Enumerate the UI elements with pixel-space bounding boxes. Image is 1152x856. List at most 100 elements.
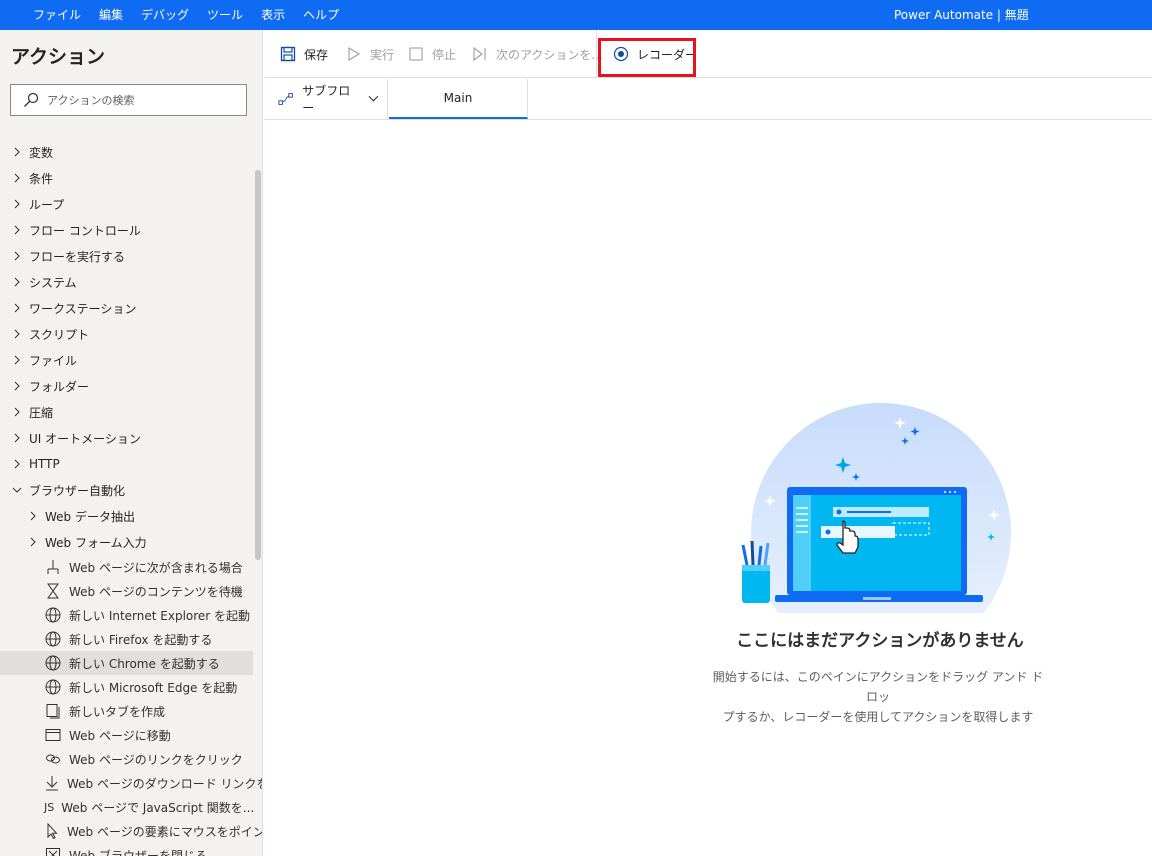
menu-help[interactable]: ヘルプ bbox=[294, 0, 348, 30]
category-label: UI オートメーション bbox=[29, 431, 141, 446]
action-label: Web ページのコンテンツを待機 bbox=[69, 584, 243, 599]
action-item[interactable]: Web ページのリンクをクリック bbox=[0, 747, 253, 771]
action-item[interactable]: Web ページに次が含まれる場合 bbox=[0, 555, 253, 579]
save-icon bbox=[280, 46, 296, 62]
action-tree: 変数 条件 ループ フロー コントロール フローを実行する システム ワークステ… bbox=[0, 139, 262, 856]
chevron-right-icon bbox=[14, 199, 20, 209]
menu-edit[interactable]: 編集 bbox=[90, 0, 132, 30]
recorder-button[interactable]: レコーダー bbox=[613, 30, 697, 78]
actions-pane: アクション 変数 条件 ループ フロー コントロール フローを実行する システム… bbox=[0, 30, 263, 856]
category-variables[interactable]: 変数 bbox=[0, 139, 253, 165]
category-conditionals[interactable]: 条件 bbox=[0, 165, 253, 191]
action-search-box[interactable] bbox=[10, 84, 247, 116]
next-action-button[interactable]: 次のアクションを... bbox=[472, 30, 603, 78]
js-icon: JS bbox=[44, 800, 55, 814]
category-compression[interactable]: 圧縮 bbox=[0, 399, 253, 425]
category-flow-control[interactable]: フロー コントロール bbox=[0, 217, 253, 243]
action-item[interactable]: 新しいタブを作成 bbox=[0, 699, 253, 723]
action-search-input[interactable] bbox=[47, 93, 237, 107]
category-label: ブラウザー自動化 bbox=[29, 483, 126, 498]
action-item[interactable]: Web ページの要素にマウスをポイント bbox=[0, 819, 262, 843]
action-item-selected[interactable]: 新しい Chrome を起動する bbox=[0, 651, 253, 675]
category-system[interactable]: システム bbox=[0, 269, 253, 295]
menu-items: ファイル 編集 デバッグ ツール 表示 ヘルプ bbox=[0, 0, 348, 30]
save-button[interactable]: 保存 bbox=[280, 30, 328, 78]
category-label: 圧縮 bbox=[29, 405, 54, 420]
action-label: 新しいタブを作成 bbox=[69, 704, 166, 719]
subflow-dropdown[interactable]: サブフロー bbox=[264, 79, 388, 119]
pointer-icon bbox=[44, 822, 60, 840]
category-workstation[interactable]: ワークステーション bbox=[0, 295, 253, 321]
action-item[interactable]: JS Web ページで JavaScript 関数を... bbox=[0, 795, 255, 819]
chevron-right-icon bbox=[14, 329, 20, 339]
download-icon bbox=[44, 774, 60, 792]
subflow-label: サブフロー bbox=[302, 84, 351, 115]
subcategory-web-data-extraction[interactable]: Web データ抽出 bbox=[0, 503, 253, 529]
chevron-right-icon bbox=[14, 277, 20, 287]
action-label: Web ページのリンクをクリック bbox=[69, 752, 243, 767]
action-label: 新しい Internet Explorer を起動 bbox=[69, 608, 251, 623]
category-file[interactable]: ファイル bbox=[0, 347, 253, 373]
menu-view[interactable]: 表示 bbox=[252, 0, 294, 30]
chevron-right-icon bbox=[14, 173, 20, 183]
action-item[interactable]: Web ブラウザーを閉じる bbox=[0, 843, 253, 856]
run-label: 実行 bbox=[370, 47, 395, 62]
chevron-right-icon bbox=[14, 433, 20, 443]
chevron-right-icon bbox=[14, 147, 20, 157]
subcategory-web-form-filling[interactable]: Web フォーム入力 bbox=[0, 529, 253, 555]
menu-debug[interactable]: デバッグ bbox=[132, 0, 198, 30]
record-icon bbox=[613, 46, 629, 62]
subcategory-label: Web フォーム入力 bbox=[45, 535, 147, 550]
action-item[interactable]: Web ページに移動 bbox=[0, 723, 253, 747]
category-label: ファイル bbox=[29, 353, 78, 368]
category-label: スクリプト bbox=[29, 327, 90, 342]
tab-main[interactable]: Main bbox=[389, 79, 528, 119]
chevron-right-icon bbox=[14, 303, 20, 313]
stop-button[interactable]: 停止 bbox=[408, 30, 456, 78]
stop-icon bbox=[409, 47, 423, 61]
category-label: フォルダー bbox=[29, 379, 90, 394]
action-label: 新しい Firefox を起動する bbox=[69, 632, 213, 647]
action-item[interactable]: 新しい Microsoft Edge を起動 bbox=[0, 675, 253, 699]
run-button[interactable]: 実行 bbox=[346, 30, 394, 78]
designer-toolbar: 保存 実行 停止 次のアクションを... レコーダー bbox=[264, 30, 1152, 78]
globe-icon bbox=[44, 678, 62, 696]
empty-state-description-line: 開始するには、このペインにアクションをドラッグ アンド ドロッ bbox=[712, 670, 1044, 704]
actions-pane-title: アクション bbox=[11, 46, 106, 68]
close-window-icon bbox=[44, 846, 62, 856]
menu-tools[interactable]: ツール bbox=[198, 0, 252, 30]
menu-file[interactable]: ファイル bbox=[24, 0, 90, 30]
category-ui-automation[interactable]: UI オートメーション bbox=[0, 425, 253, 451]
branch-icon bbox=[44, 558, 62, 576]
action-item[interactable]: 新しい Firefox を起動する bbox=[0, 627, 253, 651]
play-icon bbox=[348, 47, 361, 61]
category-run-flow[interactable]: フローを実行する bbox=[0, 243, 253, 269]
category-label: フロー コントロール bbox=[29, 223, 141, 238]
category-http[interactable]: HTTP bbox=[0, 451, 253, 477]
toolbar-divider bbox=[596, 30, 597, 78]
empty-state-description-line: プするか、レコーダーを使用してアクションを取得します bbox=[722, 710, 1034, 724]
chevron-right-icon bbox=[14, 459, 20, 469]
stop-label: 停止 bbox=[432, 47, 457, 62]
window-icon bbox=[44, 726, 62, 744]
action-item[interactable]: Web ページのダウンロード リンクをク... bbox=[0, 771, 262, 795]
category-scripting[interactable]: スクリプト bbox=[0, 321, 253, 347]
action-label: 新しい Chrome を起動する bbox=[69, 656, 220, 671]
category-label: システム bbox=[29, 275, 77, 290]
empty-state-description: 開始するには、このペインにアクションをドラッグ アンド ドロッ プするか、レコー… bbox=[708, 667, 1048, 727]
action-item[interactable]: 新しい Internet Explorer を起動 bbox=[0, 603, 253, 627]
flow-tab-bar: サブフロー Main bbox=[264, 79, 1152, 120]
search-icon bbox=[24, 92, 39, 107]
category-loops[interactable]: ループ bbox=[0, 191, 253, 217]
chevron-right-icon bbox=[14, 407, 20, 417]
globe-icon bbox=[44, 654, 62, 672]
action-label: Web ページで JavaScript 関数を... bbox=[61, 800, 255, 815]
recorder-label: レコーダー bbox=[637, 47, 698, 62]
new-tab-icon bbox=[44, 702, 62, 720]
sidebar-scrollbar[interactable] bbox=[255, 170, 261, 560]
chevron-right-icon bbox=[14, 225, 20, 235]
action-label: Web ページのダウンロード リンクをク... bbox=[67, 776, 262, 791]
category-browser-automation[interactable]: ブラウザー自動化 bbox=[0, 477, 253, 503]
category-folder[interactable]: フォルダー bbox=[0, 373, 253, 399]
action-item[interactable]: Web ページのコンテンツを待機 bbox=[0, 579, 253, 603]
